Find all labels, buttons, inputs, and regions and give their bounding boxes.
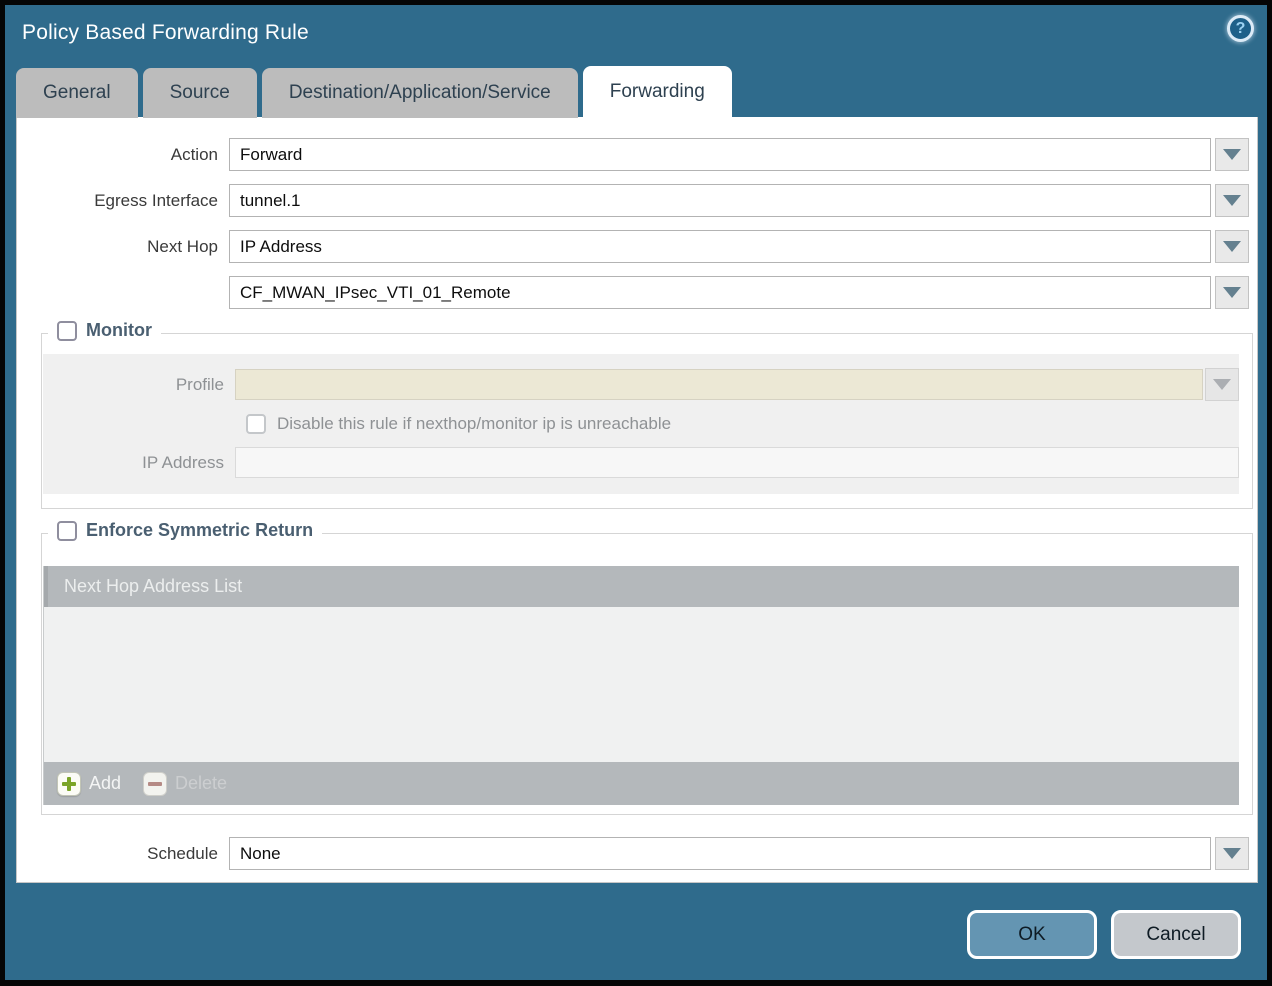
- monitor-checkbox[interactable]: [57, 321, 77, 341]
- action-row: Action Forward: [17, 138, 1249, 171]
- next-hop-address-table: Next Hop Address List Add Delete: [43, 566, 1239, 805]
- title-bar: Policy Based Forwarding Rule ?: [5, 5, 1267, 67]
- monitor-ip-label: IP Address: [43, 453, 235, 473]
- monitor-ip-input: [235, 447, 1239, 478]
- action-combo: Forward: [229, 138, 1249, 171]
- next-hop-type-row: Next Hop IP Address: [17, 230, 1249, 263]
- delete-button-label: Delete: [175, 773, 227, 794]
- tab-bar: General Source Destination/Application/S…: [16, 68, 1256, 118]
- disable-rule-label: Disable this rule if nexthop/monitor ip …: [277, 414, 671, 434]
- schedule-label: Schedule: [17, 844, 229, 864]
- profile-label: Profile: [43, 375, 235, 395]
- profile-row: Profile: [43, 368, 1239, 401]
- table-toolbar: Add Delete: [44, 762, 1239, 805]
- disable-rule-checkbox: [246, 414, 266, 434]
- ok-button[interactable]: OK: [967, 910, 1097, 959]
- egress-interface-dropdown-button[interactable]: [1215, 184, 1249, 217]
- next-hop-label: Next Hop: [17, 237, 229, 257]
- enforce-symmetric-return-fieldset: Enforce Symmetric Return Next Hop Addres…: [41, 533, 1253, 815]
- dialog-frame: Policy Based Forwarding Rule ? General S…: [0, 0, 1272, 986]
- delete-button: Delete: [143, 772, 227, 796]
- action-input[interactable]: Forward: [229, 138, 1211, 171]
- next-hop-address-input[interactable]: CF_MWAN_IPsec_VTI_01_Remote: [229, 276, 1211, 309]
- schedule-dropdown-button[interactable]: [1215, 837, 1249, 870]
- chevron-down-icon: [1213, 379, 1231, 390]
- egress-interface-label: Egress Interface: [17, 191, 229, 211]
- chevron-down-icon: [1223, 287, 1241, 298]
- add-button[interactable]: Add: [57, 772, 121, 796]
- page-title: Policy Based Forwarding Rule: [22, 21, 309, 45]
- chevron-down-icon: [1223, 241, 1241, 252]
- enforce-symmetric-return-checkbox[interactable]: [57, 521, 77, 541]
- monitor-fieldset: Monitor Profile Disable this rule if nex…: [41, 333, 1253, 509]
- next-hop-address-dropdown-button[interactable]: [1215, 276, 1249, 309]
- monitor-legend: Monitor: [48, 320, 161, 341]
- enforce-symmetric-return-legend-label: Enforce Symmetric Return: [86, 520, 313, 541]
- action-label: Action: [17, 145, 229, 165]
- enforce-symmetric-return-legend: Enforce Symmetric Return: [48, 520, 322, 541]
- monitor-ip-row: IP Address: [43, 447, 1239, 478]
- chevron-down-icon: [1223, 195, 1241, 206]
- schedule-input[interactable]: None: [229, 837, 1211, 870]
- egress-interface-row: Egress Interface tunnel.1: [17, 184, 1249, 217]
- profile-input: [235, 369, 1203, 400]
- next-hop-address-row: CF_MWAN_IPsec_VTI_01_Remote: [17, 276, 1249, 309]
- forwarding-tab-panel: Action Forward Egress Interface tunnel.1…: [16, 117, 1258, 883]
- profile-dropdown-button: [1205, 368, 1239, 401]
- next-hop-address-list-header: Next Hop Address List: [44, 566, 1239, 607]
- action-dropdown-button[interactable]: [1215, 138, 1249, 171]
- chevron-down-icon: [1223, 848, 1241, 859]
- schedule-row: Schedule None: [17, 837, 1249, 870]
- egress-interface-combo: tunnel.1: [229, 184, 1249, 217]
- egress-interface-input[interactable]: tunnel.1: [229, 184, 1211, 217]
- help-icon[interactable]: ?: [1227, 15, 1254, 42]
- next-hop-address-combo: CF_MWAN_IPsec_VTI_01_Remote: [229, 276, 1249, 309]
- monitor-body: Profile Disable this rule if nexthop/mon…: [43, 354, 1239, 494]
- plus-icon: [57, 772, 81, 796]
- tab-destination-application-service[interactable]: Destination/Application/Service: [262, 68, 578, 118]
- next-hop-type-combo: IP Address: [229, 230, 1249, 263]
- disable-rule-row: Disable this rule if nexthop/monitor ip …: [246, 414, 1239, 434]
- next-hop-type-dropdown-button[interactable]: [1215, 230, 1249, 263]
- minus-icon: [143, 772, 167, 796]
- add-button-label: Add: [89, 773, 121, 794]
- dialog-footer: OK Cancel: [967, 910, 1241, 959]
- tab-source[interactable]: Source: [143, 68, 257, 118]
- next-hop-type-input[interactable]: IP Address: [229, 230, 1211, 263]
- next-hop-address-list-body[interactable]: [44, 607, 1239, 762]
- chevron-down-icon: [1223, 149, 1241, 160]
- cancel-button[interactable]: Cancel: [1111, 910, 1241, 959]
- schedule-combo: None: [229, 837, 1249, 870]
- tab-forwarding[interactable]: Forwarding: [583, 66, 732, 118]
- tab-general[interactable]: General: [16, 68, 138, 118]
- monitor-legend-label: Monitor: [86, 320, 152, 341]
